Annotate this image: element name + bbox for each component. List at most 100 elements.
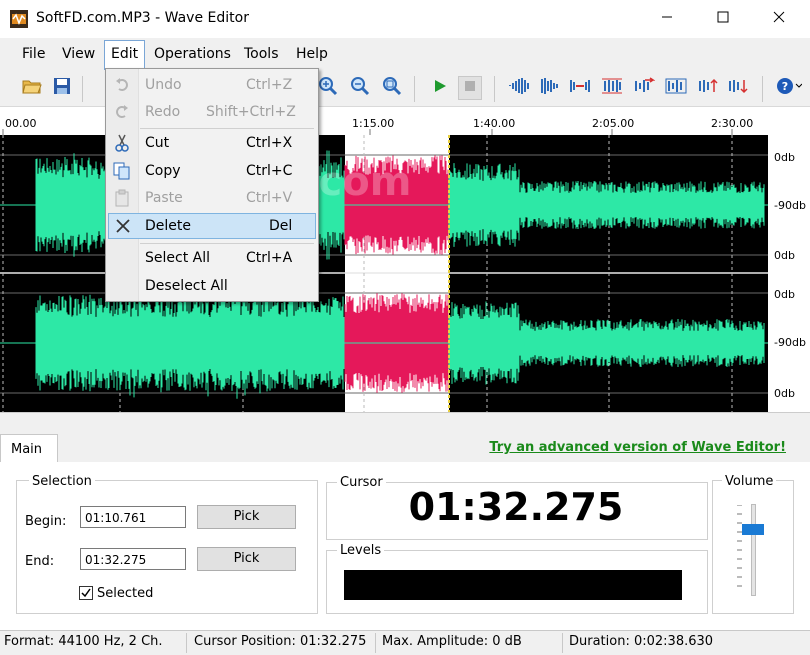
redo-icon [112, 103, 132, 121]
help-button[interactable]: ? [774, 76, 804, 100]
menu-operations[interactable]: Operations [152, 46, 233, 62]
open-button[interactable] [20, 76, 44, 100]
help-icon: ? [776, 76, 803, 100]
menu-item-shortcut: Ctrl+X [246, 135, 293, 151]
timeline-tick-label: 1:15.00 [352, 117, 395, 130]
undo-icon [112, 76, 132, 94]
normalize-button[interactable] [600, 76, 624, 100]
status-duration: Duration: 0:02:38.630 [569, 634, 714, 649]
waveform-fade-out-icon [539, 76, 561, 100]
title-bar: SoftFD.com.MP3 - Wave Editor [0, 0, 810, 38]
menu-edit[interactable]: Edit [104, 40, 145, 70]
fade-in-button[interactable] [508, 76, 532, 100]
invert-button[interactable] [664, 76, 688, 100]
status-max-amplitude: Max. Amplitude: 0 dB [378, 633, 563, 653]
menu-tools[interactable]: Tools [242, 46, 281, 62]
menu-item-paste[interactable]: Paste Ctrl+V [106, 186, 318, 210]
checkmark-icon [81, 588, 91, 598]
fade-out-button[interactable] [538, 76, 562, 100]
zoom-fit-button[interactable] [380, 76, 404, 100]
menu-item-label: Delete [145, 218, 191, 234]
volume-slider-track[interactable] [751, 504, 756, 596]
menu-edit-label: Edit [111, 46, 139, 62]
svg-text:?: ? [782, 80, 788, 93]
menu-item-cut[interactable]: Cut Ctrl+X [106, 131, 318, 155]
menu-item-shortcut: Ctrl+A [246, 250, 293, 266]
levels-group-title: Levels [337, 543, 385, 558]
toolbar-separator [762, 76, 763, 102]
close-icon [773, 11, 785, 27]
toolbar-separator [82, 76, 83, 102]
reverse-button[interactable] [632, 76, 656, 100]
zoom-in-button[interactable] [316, 76, 340, 100]
paste-icon [112, 189, 132, 207]
close-button[interactable] [755, 0, 803, 38]
upgrade-link[interactable]: Try an advanced version of Wave Editor! [489, 440, 786, 455]
waveform-channel-right [0, 287, 768, 399]
timeline-corner [768, 107, 810, 135]
selected-checkbox[interactable] [79, 586, 93, 600]
attenuate-button[interactable] [726, 76, 750, 100]
horizontal-scrollbar[interactable] [0, 412, 810, 433]
menu-file[interactable]: File [20, 46, 47, 62]
db-scale: 0db -90db 0db 0db -90db 0db [768, 135, 810, 412]
db-label: 0db [774, 288, 795, 301]
end-input[interactable]: 01:32.275 [80, 548, 186, 570]
menu-separator [140, 243, 314, 244]
timeline-tick-label: 00.00 [5, 117, 37, 130]
waveform-attenuate-icon [727, 76, 749, 100]
db-label: 0db [774, 151, 795, 164]
menu-item-delete[interactable]: Delete Del [108, 213, 316, 239]
menu-item-select-all[interactable]: Select All Ctrl+A [106, 246, 318, 270]
silence-button[interactable] [568, 76, 592, 100]
stop-button[interactable] [458, 76, 482, 100]
zoom-out-button[interactable] [348, 76, 372, 100]
pick-begin-button[interactable]: Pick [197, 505, 296, 529]
timeline-tick-label: 2:30.00 [711, 117, 754, 130]
zoom-fit-icon [382, 76, 402, 100]
save-button[interactable] [50, 76, 74, 100]
menu-item-label: Deselect All [145, 278, 228, 294]
menu-help[interactable]: Help [294, 46, 330, 62]
menu-item-shortcut: Shift+Ctrl+Z [206, 104, 296, 120]
menu-item-undo[interactable]: Undo Ctrl+Z [106, 73, 318, 97]
copy-icon [112, 162, 132, 180]
menu-view[interactable]: View [60, 46, 97, 62]
window-title: SoftFD.com.MP3 - Wave Editor [36, 10, 249, 26]
waveform-normalize-icon [601, 76, 623, 100]
edit-menu-dropdown: Undo Ctrl+Z Redo Shift+Ctrl+Z Cut Ctrl+X… [105, 68, 319, 302]
menu-separator [140, 128, 314, 129]
menu-item-label: Cut [145, 135, 170, 151]
waveform-amplify-icon [697, 76, 719, 100]
wave-editor-app-icon [9, 9, 29, 29]
waveform-invert-icon [665, 76, 687, 100]
menu-item-copy[interactable]: Copy Ctrl+C [106, 159, 318, 183]
menu-item-redo[interactable]: Redo Shift+Ctrl+Z [106, 100, 318, 124]
cursor-time-display: 01:32.275 [408, 485, 624, 529]
minimize-button[interactable] [643, 0, 691, 38]
db-label: -90db [774, 199, 806, 212]
volume-slider-thumb[interactable] [742, 524, 764, 535]
maximize-button[interactable] [699, 0, 747, 38]
selection-group-title: Selection [29, 474, 95, 489]
db-label: 0db [774, 249, 795, 262]
waveform-reverse-icon [633, 76, 656, 100]
menu-item-deselect-all[interactable]: Deselect All [106, 274, 318, 298]
delete-x-icon [113, 217, 133, 235]
toolbar-separator [494, 76, 495, 102]
menu-item-shortcut: Ctrl+Z [246, 77, 293, 93]
db-label: 0db [774, 387, 795, 400]
stop-icon [464, 80, 476, 96]
tab-main[interactable]: Main [0, 434, 58, 463]
menu-item-label: Redo [145, 104, 181, 120]
menu-item-label: Select All [145, 250, 210, 266]
begin-input[interactable]: 01:10.761 [80, 506, 186, 528]
timeline-tick-label: 1:40.00 [473, 117, 516, 130]
amplify-button[interactable] [696, 76, 720, 100]
zoom-out-icon [350, 76, 370, 100]
save-icon [53, 77, 71, 99]
menu-item-shortcut: Ctrl+V [246, 190, 293, 206]
play-button[interactable] [428, 76, 452, 100]
pick-end-button[interactable]: Pick [197, 547, 296, 571]
volume-slider-ticks [737, 504, 743, 591]
